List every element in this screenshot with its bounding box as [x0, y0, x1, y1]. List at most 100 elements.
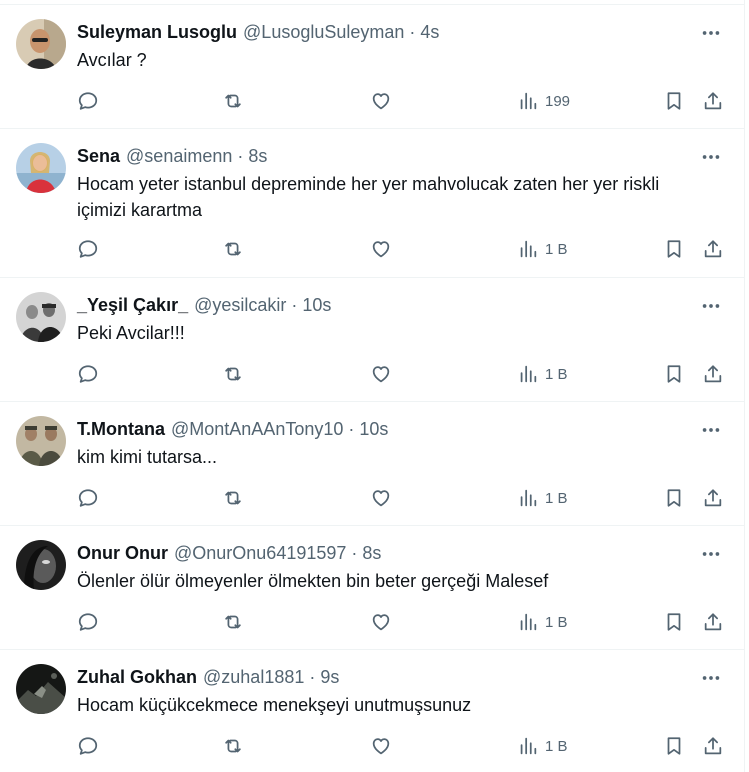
bookmark-button[interactable]	[663, 610, 685, 634]
author-handle[interactable]: @senaimenn	[126, 146, 232, 167]
avatar[interactable]	[16, 143, 66, 193]
reply-button[interactable]	[77, 610, 99, 634]
retweet-arrows-icon	[225, 367, 241, 381]
tweet-actions: 1 B	[77, 734, 727, 758]
separator-dot: ·	[348, 419, 355, 439]
bookmark-button[interactable]	[663, 486, 685, 510]
reply-bubble-icon	[78, 613, 98, 631]
share-button[interactable]	[702, 237, 724, 261]
retweet-button[interactable]	[222, 237, 244, 261]
views-button[interactable]: 199	[517, 89, 570, 113]
bookmark-button[interactable]	[663, 237, 685, 261]
tweet[interactable]: Onur Onur @OnurOnu64191597 · 8s Ölenler …	[0, 525, 745, 649]
heart-icon	[372, 366, 390, 383]
tweet[interactable]: Sena @senaimenn · 8s Hocam yeter istanbu…	[0, 128, 745, 277]
author-name[interactable]: Onur Onur	[77, 543, 168, 564]
author-handle[interactable]: @LusogluSuleyman	[243, 22, 404, 43]
author-handle[interactable]: @MontAnAAnTony10	[171, 419, 343, 440]
reply-bubble-icon	[78, 489, 98, 507]
share-button[interactable]	[702, 734, 724, 758]
more-horizontal-icon	[702, 428, 720, 432]
author-name[interactable]: _Yeşil Çakır_	[77, 295, 188, 316]
retweet-button[interactable]	[222, 362, 244, 386]
bookmark-button[interactable]	[663, 734, 685, 758]
author-handle[interactable]: @zuhal1881	[203, 667, 304, 688]
like-button[interactable]	[370, 237, 392, 261]
bookmark-button[interactable]	[663, 362, 685, 386]
like-button[interactable]	[370, 734, 392, 758]
share-upload-icon	[704, 737, 722, 755]
bookmark-icon	[667, 240, 681, 258]
more-options-button[interactable]	[699, 542, 723, 566]
reply-button[interactable]	[77, 734, 99, 758]
tweet[interactable]: T.Montana @MontAnAAnTony10 · 10s kim kim…	[0, 401, 745, 525]
views-count: 1 B	[545, 737, 568, 755]
timestamp[interactable]: 8s	[362, 543, 381, 564]
more-horizontal-icon	[702, 31, 720, 35]
views-button[interactable]: 1 B	[517, 362, 568, 386]
like-button[interactable]	[370, 486, 392, 510]
reply-button[interactable]	[77, 486, 99, 510]
share-upload-icon	[704, 613, 722, 631]
more-options-button[interactable]	[699, 418, 723, 442]
retweet-arrows-icon	[225, 615, 241, 629]
avatar[interactable]	[16, 416, 66, 466]
timestamp[interactable]: 9s	[320, 667, 339, 688]
like-button[interactable]	[370, 362, 392, 386]
reply-button[interactable]	[77, 362, 99, 386]
retweet-button[interactable]	[222, 89, 244, 113]
author-name[interactable]: Zuhal Gokhan	[77, 667, 197, 688]
soldiers-avatar-icon	[16, 416, 66, 466]
tweet[interactable]: Zuhal Gokhan @zuhal1881 · 9s Hocam küçük…	[0, 649, 745, 772]
tweet[interactable]: Suleyman Lusoglu @LusogluSuleyman · 4s A…	[0, 4, 745, 128]
bookmark-icon	[667, 489, 681, 507]
share-upload-icon	[704, 365, 722, 383]
avatar[interactable]	[16, 292, 66, 342]
share-button[interactable]	[702, 362, 724, 386]
views-count: 1 B	[545, 365, 568, 383]
author-name[interactable]: T.Montana	[77, 419, 165, 440]
timestamp[interactable]: 4s	[420, 22, 439, 43]
retweet-button[interactable]	[222, 734, 244, 758]
heart-icon	[372, 614, 390, 631]
avatar[interactable]	[16, 540, 66, 590]
more-options-button[interactable]	[699, 21, 723, 45]
share-button[interactable]	[702, 89, 724, 113]
tweet-actions: 1 B	[77, 486, 727, 510]
timestamp[interactable]: 10s	[359, 419, 388, 440]
views-button[interactable]: 1 B	[517, 237, 568, 261]
more-options-button[interactable]	[699, 294, 723, 318]
views-button[interactable]: 1 B	[517, 734, 568, 758]
share-button[interactable]	[702, 610, 724, 634]
bar-chart-icon	[520, 240, 537, 258]
tweet[interactable]: _Yeşil Çakır_ @yesilcakir · 10s Peki Avc…	[0, 277, 745, 401]
more-options-button[interactable]	[699, 145, 723, 169]
tweet-text: kim kimi tutarsa...	[77, 447, 218, 467]
retweet-button[interactable]	[222, 486, 244, 510]
more-options-button[interactable]	[699, 666, 723, 690]
bar-chart-icon	[520, 489, 537, 507]
timestamp[interactable]: 10s	[302, 295, 331, 316]
reply-button[interactable]	[77, 89, 99, 113]
like-button[interactable]	[370, 89, 392, 113]
share-upload-icon	[704, 92, 722, 110]
avatar[interactable]	[16, 19, 66, 69]
author-handle[interactable]: @yesilcakir	[194, 295, 286, 316]
timestamp[interactable]: 8s	[248, 146, 267, 167]
separator-dot: ·	[309, 667, 316, 687]
bookmark-button[interactable]	[663, 89, 685, 113]
group-photo-avatar-icon	[16, 292, 66, 342]
avatar[interactable]	[16, 664, 66, 714]
more-horizontal-icon	[702, 155, 720, 159]
like-button[interactable]	[370, 610, 392, 634]
share-upload-icon	[704, 240, 722, 258]
author-name[interactable]: Suleyman Lusoglu	[77, 22, 237, 43]
tweet-text: Hocam küçükcekmece menekşeyi unutmuşsunu…	[77, 695, 472, 715]
reply-button[interactable]	[77, 237, 99, 261]
views-button[interactable]: 1 B	[517, 610, 568, 634]
author-handle[interactable]: @OnurOnu64191597	[174, 543, 346, 564]
views-button[interactable]: 1 B	[517, 486, 568, 510]
retweet-button[interactable]	[222, 610, 244, 634]
author-name[interactable]: Sena	[77, 146, 120, 167]
share-button[interactable]	[702, 486, 724, 510]
